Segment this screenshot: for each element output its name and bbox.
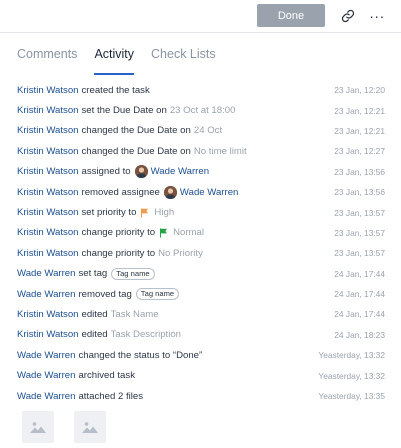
activity-row: Kristin Watson changed the Due Date on 24 …	[17, 121, 385, 141]
activity-action: changed the status to “Done”	[78, 349, 203, 361]
activity-time: Yeasterday, 13:32	[318, 370, 385, 381]
activity-row: Kristin Watson removed assignee Wade Warr…	[17, 182, 385, 202]
user-link[interactable]: Kristin Watson	[17, 309, 79, 320]
activity-detail: No Priority	[158, 247, 203, 259]
activity-action: set tag	[78, 268, 108, 280]
tag-chip[interactable]: Tag name	[111, 267, 155, 280]
activity-time: 23 Jan, 13:57	[334, 248, 385, 259]
activity-time: Yeasterday, 13:35	[318, 391, 385, 402]
activity-action: assigned to	[81, 166, 131, 178]
activity-detail: Task Name	[110, 308, 159, 320]
image-placeholder-icon[interactable]	[22, 411, 54, 443]
activity-row: Kristin Watson set the Due Date on 23 Oct …	[17, 100, 385, 120]
activity-time: 23 Jan, 12:27	[334, 146, 385, 157]
activity-action: changed the Due Date on	[81, 145, 191, 157]
more-options-icon[interactable]: ···	[366, 5, 388, 27]
activity-action: change priority to	[81, 227, 156, 239]
activity-row: Kristin Watson edited Task Description 24 …	[17, 325, 385, 345]
tab-comments[interactable]: Comments	[17, 47, 77, 67]
activity-detail: Task Description	[110, 329, 182, 341]
user-link[interactable]: Kristin Watson	[17, 146, 79, 157]
user-link[interactable]: Wade Warren	[17, 391, 75, 402]
activity-time: 24 Jan, 17:44	[334, 268, 385, 279]
activity-time: 23 Jan, 13:56	[334, 187, 385, 198]
user-link[interactable]: Kristin Watson	[17, 248, 79, 259]
activity-row: Kristin Watson edited Task Name 24 Jan, 17…	[17, 304, 385, 324]
assignee-link[interactable]: Wade Warren	[151, 166, 209, 177]
user-link[interactable]: Wade Warren	[17, 370, 75, 381]
activity-time: 23 Jan, 13:57	[334, 207, 385, 218]
activity-time: 23 Jan, 13:57	[334, 227, 385, 238]
activity-time: 23 Jan, 12:21	[334, 105, 385, 116]
activity-row: Kristin Watson created the task 23 Jan, 1…	[17, 80, 385, 100]
user-link[interactable]: Wade Warren	[17, 350, 75, 361]
user-link[interactable]: Kristin Watson	[17, 125, 79, 136]
activity-time: Yeasterday, 13:32	[318, 350, 385, 361]
activity-row: Wade Warren attached 2 files Yeasterday, …	[17, 386, 385, 406]
user-link[interactable]: Wade Warren	[17, 289, 75, 300]
activity-row: Kristin Watson set priority to High 23 Ja…	[17, 202, 385, 222]
user-link[interactable]: Kristin Watson	[17, 329, 79, 340]
tab-activity[interactable]: Activity	[94, 47, 134, 75]
activity-action: set the Due Date on	[81, 105, 167, 117]
activity-row: Kristin Watson changed the Due Date on No …	[17, 141, 385, 161]
flag-icon	[159, 228, 168, 238]
activity-row: Wade Warren set tag Tag name 24 Jan, 17:44	[17, 264, 385, 284]
activity-time: 23 Jan, 12:20	[334, 85, 385, 96]
activity-time: 23 Jan, 12:21	[334, 125, 385, 136]
user-link[interactable]: Kristin Watson	[17, 85, 79, 96]
activity-row: Wade Warren changed the status to “Done” …	[17, 345, 385, 365]
activity-action: removed assignee	[81, 186, 160, 198]
activity-action: archived task	[78, 370, 135, 382]
activity-action: attached 2 files	[78, 390, 144, 402]
activity-row: Wade Warren removed tag Tag name 24 Jan, 1…	[17, 284, 385, 304]
activity-tabs: Comments Activity Check Lists	[17, 47, 233, 75]
user-link[interactable]: Kristin Watson	[17, 207, 79, 218]
avatar	[163, 185, 177, 199]
activity-time: 24 Jan, 17:44	[334, 289, 385, 300]
image-placeholder-icon[interactable]	[74, 411, 106, 443]
user-link[interactable]: Wade Warren	[17, 268, 75, 279]
tab-check-lists[interactable]: Check Lists	[151, 47, 216, 67]
activity-action: set priority to	[81, 207, 137, 219]
activity-detail: 23 Oct at 18:00	[169, 105, 236, 117]
task-toolbar: Done ···	[0, 0, 401, 33]
activity-row: Kristin Watson assigned to Wade Warren 23…	[17, 162, 385, 182]
flag-icon	[140, 208, 149, 218]
activity-action: edited	[81, 329, 108, 341]
activity-action: edited	[81, 308, 108, 320]
activity-detail: 24 Oct	[193, 125, 223, 137]
activity-detail: No time limit	[193, 145, 247, 157]
activity-action: change priority to	[81, 247, 156, 259]
avatar	[134, 165, 148, 179]
activity-action: changed the Due Date on	[81, 125, 191, 137]
link-icon[interactable]	[337, 5, 359, 27]
tag-chip[interactable]: Tag name	[135, 288, 180, 301]
user-link[interactable]: Kristin Watson	[17, 227, 79, 238]
more-options-glyph: ···	[369, 8, 385, 24]
activity-row: Kristin Watson change priority to Normal …	[17, 223, 385, 243]
activity-time: 23 Jan, 13:56	[334, 166, 385, 177]
assignee-link[interactable]: Wade Warren	[180, 187, 238, 198]
activity-row: Kristin Watson change priority to No Prior…	[17, 243, 385, 263]
priority-label: Normal	[173, 227, 205, 239]
activity-time: 24 Jan, 17:44	[334, 309, 385, 320]
activity-action: removed tag	[78, 288, 132, 300]
activity-feed: Kristin Watson created the task 23 Jan, 1…	[17, 80, 385, 406]
user-link[interactable]: Kristin Watson	[17, 166, 79, 177]
done-button[interactable]: Done	[257, 4, 325, 27]
activity-action: created the task	[81, 84, 150, 96]
user-link[interactable]: Kristin Watson	[17, 187, 79, 198]
activity-row: Wade Warren archived task Yeasterday, 13:…	[17, 365, 385, 385]
priority-label: High	[154, 207, 175, 219]
user-link[interactable]: Kristin Watson	[17, 105, 79, 116]
activity-time: 24 Jan, 18:23	[334, 329, 385, 340]
attachment-thumbnails	[22, 411, 126, 443]
